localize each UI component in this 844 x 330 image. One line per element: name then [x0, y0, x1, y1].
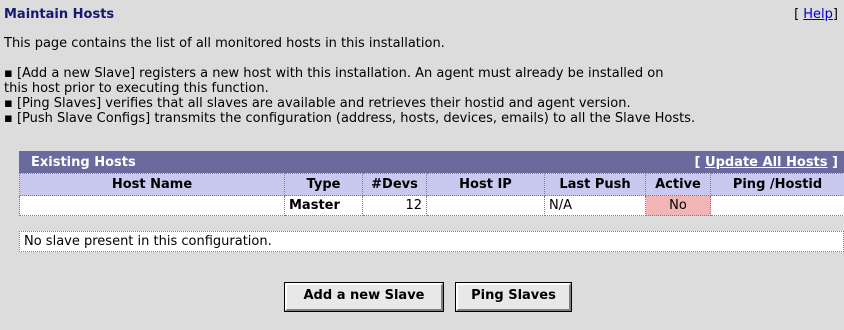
- col-devs: #Devs: [362, 173, 427, 196]
- col-ping-hostid: Ping /Hostid: [710, 173, 844, 196]
- update-bracket-open: [: [694, 155, 701, 170]
- page-title: Maintain Hosts: [4, 7, 115, 22]
- add-new-slave-button[interactable]: Add a new Slave: [284, 282, 444, 312]
- cell-last-push: N/A: [544, 195, 646, 216]
- bullet-add-slave-cont: this host prior to executing this functi…: [4, 81, 269, 96]
- cell-host-ip: [426, 195, 545, 216]
- cell-active-status: No: [645, 195, 711, 216]
- bullet-push-configs: ▪ [Push Slave Configs] transmits the con…: [4, 111, 696, 126]
- table-header-row: Host Name Type #Devs Host IP Last Push A…: [19, 173, 844, 196]
- col-active: Active: [645, 173, 711, 196]
- col-host-name: Host Name: [19, 173, 285, 196]
- help-link[interactable]: Help: [803, 7, 833, 22]
- cell-host-name: [19, 195, 285, 216]
- update-all-hosts-link[interactable]: Update All Hosts: [705, 155, 828, 170]
- col-last-push: Last Push: [544, 173, 646, 196]
- cell-type: Master: [284, 195, 363, 216]
- help-bracket-open: [: [794, 7, 800, 22]
- existing-hosts-panel: Existing Hosts [ Update All Hosts ] Host…: [19, 151, 844, 216]
- ping-slaves-button[interactable]: Ping Slaves: [455, 282, 572, 312]
- bullet-ping-slaves: ▪ [Ping Slaves] verifies that all slaves…: [4, 96, 631, 111]
- help-link-wrap: [ Help]: [794, 7, 838, 22]
- update-bracket-close: ]: [832, 155, 838, 170]
- hosts-table: Host Name Type #Devs Host IP Last Push A…: [19, 173, 844, 216]
- intro-text: This page contains the list of all monit…: [4, 36, 445, 51]
- cell-ping: [710, 195, 844, 216]
- cell-devs: 12: [362, 195, 427, 216]
- col-type: Type: [284, 173, 363, 196]
- update-all-wrap: [ Update All Hosts ]: [695, 155, 838, 170]
- help-bracket-close: ]: [832, 7, 838, 22]
- bullet-add-slave: ▪ [Add a new Slave] registers a new host…: [4, 66, 664, 81]
- existing-hosts-header: Existing Hosts [ Update All Hosts ]: [19, 151, 844, 173]
- page-header: Maintain Hosts [ Help]: [0, 0, 844, 26]
- existing-hosts-title: Existing Hosts: [31, 155, 136, 170]
- no-slave-message: No slave present in this configuration.: [19, 231, 844, 252]
- col-host-ip: Host IP: [426, 173, 545, 196]
- table-row: Master 12 N/A No: [19, 195, 844, 216]
